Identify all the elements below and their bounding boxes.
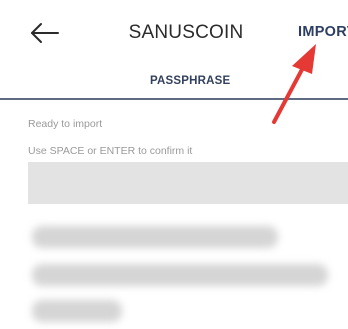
blurred-passphrase-words xyxy=(28,222,348,329)
blurred-word-row xyxy=(32,264,328,286)
tab-bar: PASSPHRASE xyxy=(0,66,348,100)
input-hint-text: Use SPACE or ENTER to confirm it xyxy=(28,145,193,157)
tab-passphrase[interactable]: PASSPHRASE xyxy=(0,66,348,100)
app-title: SANUSCOIN xyxy=(128,22,244,43)
import-button[interactable]: IMPORT xyxy=(298,24,348,40)
import-status-text: Ready to import xyxy=(28,118,103,130)
app-bar: SANUSCOIN IMPORT xyxy=(0,0,348,66)
tab-passphrase-label: PASSPHRASE xyxy=(150,75,231,87)
blurred-word-row xyxy=(32,226,278,248)
arrow-left-icon xyxy=(31,23,59,43)
passphrase-input[interactable] xyxy=(28,162,348,204)
import-wallet-screen: SANUSCOIN IMPORT PASSPHRASE Ready to imp… xyxy=(0,0,348,329)
tab-active-indicator xyxy=(0,98,348,100)
blurred-word-row xyxy=(32,300,122,322)
back-button[interactable] xyxy=(28,20,62,46)
